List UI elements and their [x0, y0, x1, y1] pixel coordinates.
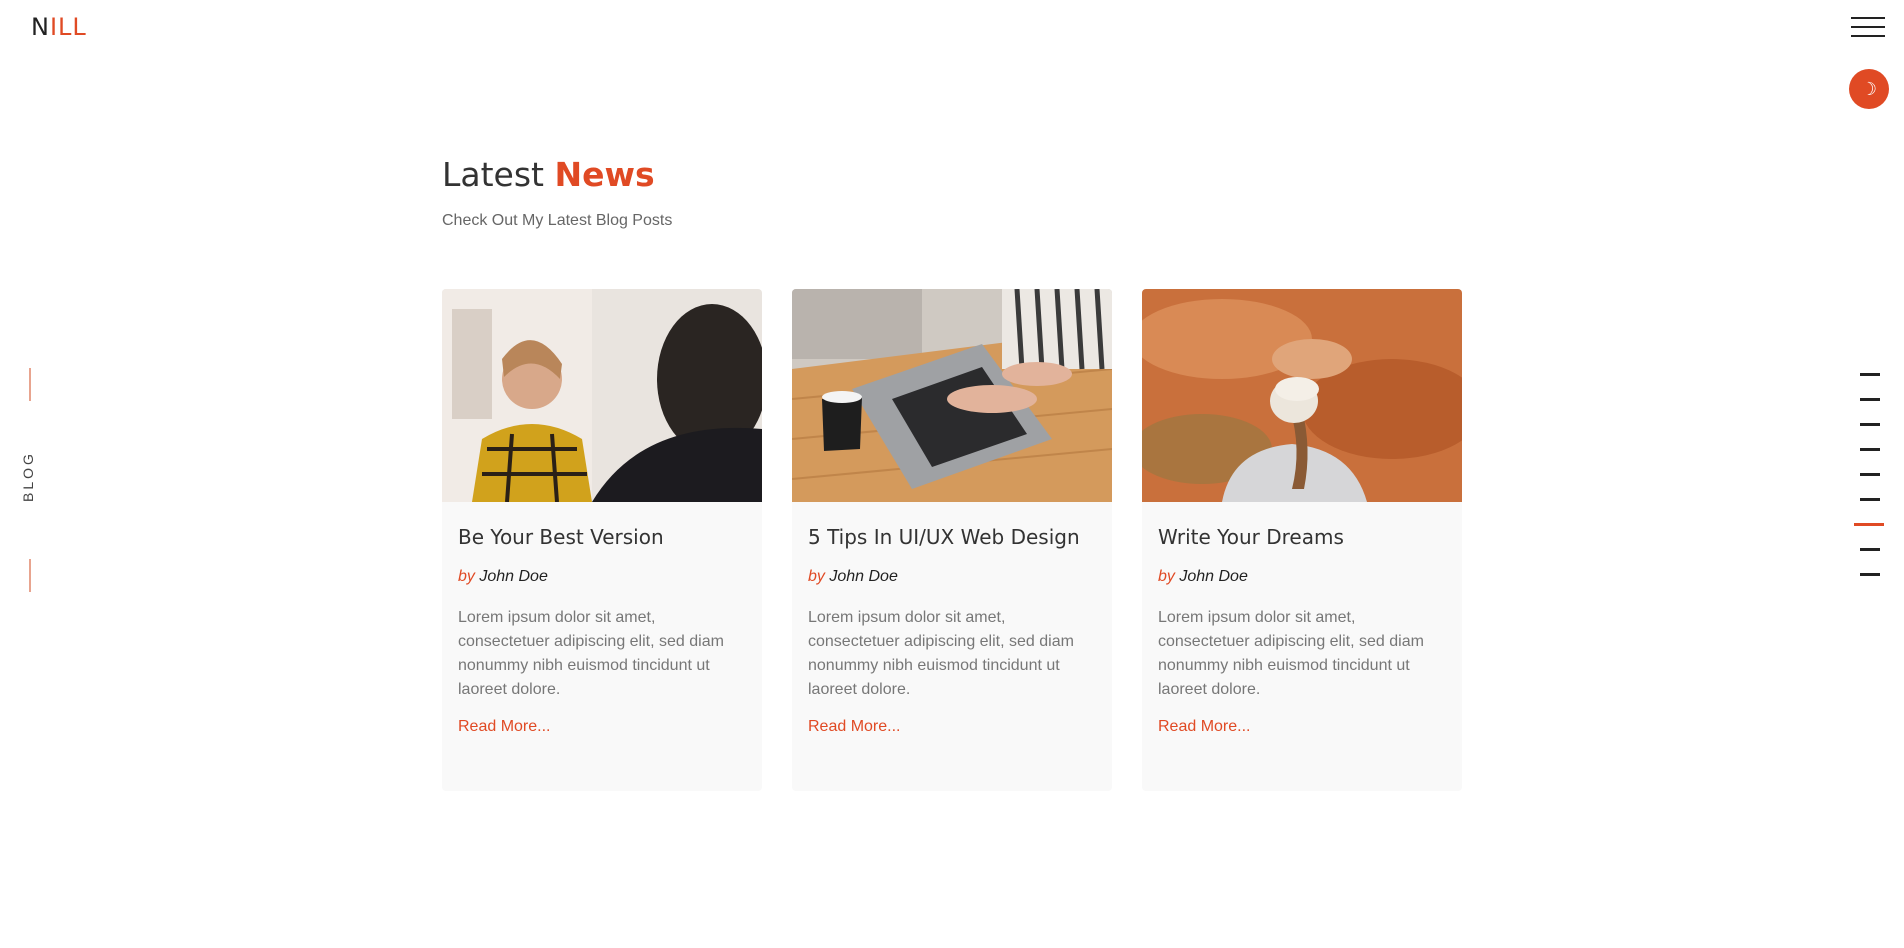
section-nav-dots: [1854, 373, 1884, 598]
blog-card-meta: by John Doe: [458, 568, 746, 586]
read-more-link[interactable]: Read More...: [1158, 718, 1250, 736]
laptop-typing-photo: [792, 289, 1112, 502]
section-nav-dot[interactable]: [1860, 548, 1880, 551]
office-meeting-photo: [442, 289, 762, 502]
blog-card-title[interactable]: 5 Tips In UI/UX Web Design: [808, 525, 1096, 549]
menu-line: [1851, 26, 1885, 28]
blog-card: Be Your Best Version by John Doe Lorem i…: [442, 289, 762, 791]
blog-card-excerpt: Lorem ipsum dolor sit amet, consectetuer…: [1158, 609, 1424, 698]
side-section-label: BLOG: [15, 368, 43, 592]
section-title: Latest News: [442, 155, 1462, 194]
blog-card-image[interactable]: [442, 289, 762, 502]
section-nav-dot[interactable]: [1860, 448, 1880, 451]
section-nav-dot[interactable]: [1860, 398, 1880, 401]
section-nav-dot[interactable]: [1860, 373, 1880, 376]
menu-line: [1851, 35, 1885, 37]
desert-hiker-photo: [1142, 289, 1462, 502]
blog-card-excerpt: Lorem ipsum dolor sit amet, consectetuer…: [458, 609, 724, 698]
blog-card-meta: by John Doe: [1158, 568, 1446, 586]
blog-card: Write Your Dreams by John Doe Lorem ipsu…: [1142, 289, 1462, 791]
blog-card-by: by: [808, 568, 825, 585]
blog-card-author: John Doe: [479, 568, 548, 585]
side-label-line-top: [29, 368, 31, 401]
side-label-line-bottom: [29, 559, 31, 592]
logo[interactable]: NILL: [31, 13, 87, 41]
logo-accent: ILL: [49, 13, 87, 41]
blog-card-image[interactable]: [1142, 289, 1462, 502]
logo-prefix: N: [31, 13, 50, 41]
blog-card-author: John Doe: [1179, 568, 1248, 585]
read-more-link[interactable]: Read More...: [808, 718, 900, 736]
blog-card-by: by: [458, 568, 475, 585]
blog-card-title[interactable]: Be Your Best Version: [458, 525, 746, 549]
section-nav-dot[interactable]: [1860, 573, 1880, 576]
blog-card-title[interactable]: Write Your Dreams: [1158, 525, 1446, 549]
section-nav-dot[interactable]: [1860, 473, 1880, 476]
blog-card-by: by: [1158, 568, 1175, 585]
side-label-text: BLOG: [20, 451, 36, 502]
theme-toggle-button[interactable]: ☽: [1849, 69, 1889, 109]
blog-card-image[interactable]: [792, 289, 1112, 502]
menu-line: [1851, 17, 1885, 19]
section-title-accent: News: [554, 155, 655, 194]
moon-icon: ☽: [1860, 78, 1878, 99]
blog-card-meta: by John Doe: [808, 568, 1096, 586]
section-title-plain: Latest: [442, 155, 555, 194]
blog-card-excerpt: Lorem ipsum dolor sit amet, consectetuer…: [808, 609, 1074, 698]
blog-card: 5 Tips In UI/UX Web Design by John Doe L…: [792, 289, 1112, 791]
section-subtitle: Check Out My Latest Blog Posts: [442, 212, 673, 229]
read-more-link[interactable]: Read More...: [458, 718, 550, 736]
section-nav-dot[interactable]: [1860, 498, 1880, 501]
hamburger-menu-icon[interactable]: [1851, 17, 1885, 37]
blog-card-author: John Doe: [829, 568, 898, 585]
blog-cards: Be Your Best Version by John Doe Lorem i…: [442, 289, 1462, 791]
section-nav-dot[interactable]: [1860, 423, 1880, 426]
section-nav-dot[interactable]: [1854, 523, 1884, 526]
blog-section: Latest News Check Out My Latest Blog Pos…: [442, 155, 1462, 791]
